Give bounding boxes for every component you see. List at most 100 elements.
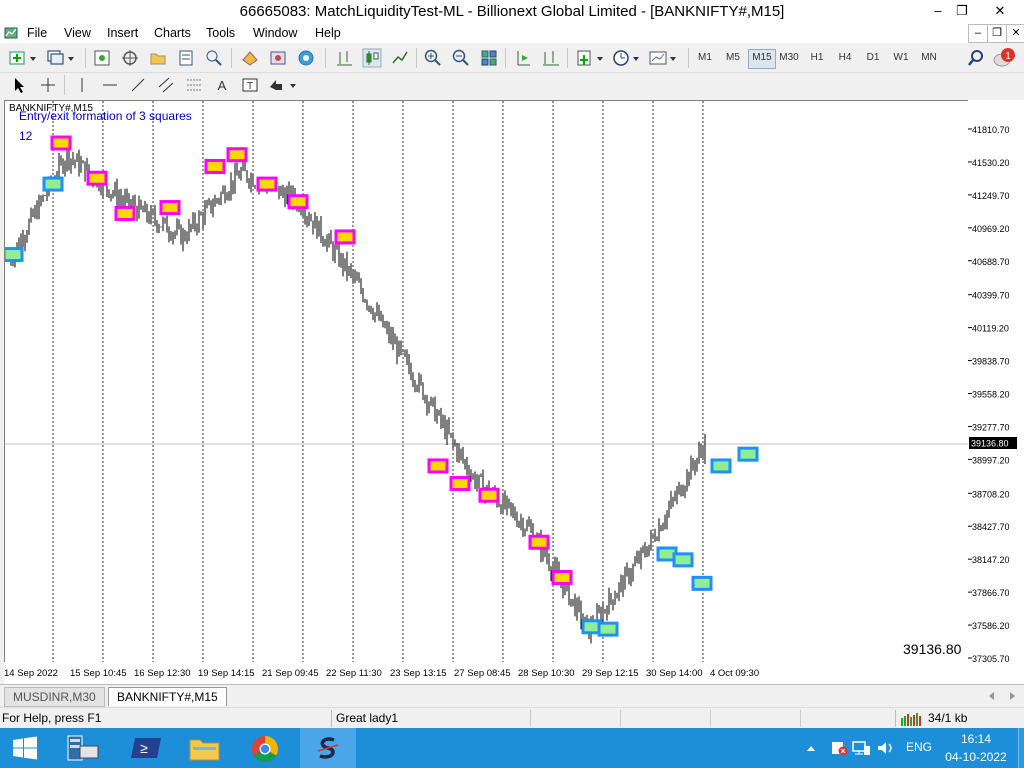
menu-charts[interactable]: Charts — [154, 23, 191, 43]
text-label-icon[interactable]: T — [240, 75, 260, 95]
sell-square-marker[interactable] — [114, 205, 136, 221]
indicators-icon[interactable] — [575, 48, 607, 68]
time-tick-label: 19 Sep 14:15 — [198, 668, 255, 679]
equidistant-channel-icon[interactable] — [156, 75, 176, 95]
clock-date[interactable]: 04-10-2022 — [940, 750, 1012, 764]
timeframe-mn[interactable]: MN — [916, 49, 942, 67]
menu-insert[interactable]: Insert — [107, 23, 138, 43]
chart-shift-icon[interactable] — [541, 48, 561, 68]
buy-square-marker[interactable] — [737, 446, 759, 462]
chrome-button[interactable] — [238, 728, 294, 768]
mdi-restore-button[interactable]: ❐ — [987, 24, 1007, 43]
sell-square-marker[interactable] — [478, 487, 500, 503]
timeframe-m1[interactable]: M1 — [692, 49, 718, 67]
metatrader-button[interactable] — [300, 728, 356, 768]
sell-square-marker[interactable] — [159, 200, 181, 216]
mdi-close-button[interactable]: ✕ — [1006, 24, 1024, 43]
sell-square-marker[interactable] — [256, 176, 278, 192]
mdi-minimize-button[interactable]: – — [968, 24, 988, 43]
buy-square-marker[interactable] — [597, 621, 619, 637]
sell-square-marker[interactable] — [287, 194, 309, 210]
strategy-tester-icon[interactable] — [204, 48, 224, 68]
file-explorer-button[interactable] — [178, 728, 234, 768]
sell-square-marker[interactable] — [50, 135, 72, 151]
cursor-icon[interactable] — [10, 75, 30, 95]
sell-square-marker[interactable] — [204, 158, 226, 174]
sell-square-marker[interactable] — [551, 569, 573, 585]
sell-square-marker[interactable] — [334, 229, 356, 245]
buy-square-marker[interactable] — [672, 552, 694, 568]
network-icon[interactable] — [852, 740, 872, 756]
price-axis[interactable]: 41810.70 41530.20 41249.70 40969.20 40688.70… — [968, 100, 1024, 662]
zoom-in-icon[interactable] — [423, 48, 443, 68]
terminal-icon[interactable] — [176, 48, 196, 68]
maximize-button[interactable]: ❐ — [946, 0, 978, 22]
show-hidden-icons-icon[interactable] — [806, 744, 816, 752]
tile-windows-icon[interactable] — [479, 48, 499, 68]
timeframe-h1[interactable]: H1 — [804, 49, 830, 67]
sell-square-marker[interactable] — [449, 476, 471, 492]
chart-area[interactable]: BANKNIFTY#,M15 Entry/exit formation of 3… — [4, 100, 970, 664]
data-window-icon[interactable] — [148, 48, 168, 68]
new-order-icon[interactable] — [268, 48, 288, 68]
buy-square-marker[interactable] — [691, 575, 713, 591]
crosshair-icon[interactable] — [38, 75, 58, 95]
text-tool-icon[interactable]: A — [212, 75, 232, 95]
timeframe-w1[interactable]: W1 — [888, 49, 914, 67]
fibonacci-icon[interactable] — [184, 75, 204, 95]
profiles-icon[interactable] — [46, 48, 76, 68]
volume-icon[interactable] — [876, 740, 896, 756]
arrows-icon[interactable] — [266, 75, 300, 95]
sell-square-marker[interactable] — [427, 458, 449, 474]
tab-scroll-arrows[interactable] — [986, 690, 1020, 702]
buy-square-marker[interactable] — [710, 458, 732, 474]
powershell-button[interactable]: ≥ — [118, 728, 174, 768]
server-manager-button[interactable] — [56, 728, 112, 768]
buy-square-marker[interactable] — [5, 247, 24, 263]
candlestick-icon[interactable] — [362, 48, 382, 68]
close-button[interactable]: ✕ — [984, 0, 1016, 22]
signals-icon[interactable] — [296, 48, 316, 68]
timeframe-m5[interactable]: M5 — [720, 49, 746, 67]
timeframe-d1[interactable]: D1 — [860, 49, 886, 67]
show-desktop-button[interactable] — [1018, 728, 1024, 768]
navigator-icon[interactable] — [120, 48, 140, 68]
new-chart-icon[interactable] — [8, 48, 38, 68]
timeframe-h4[interactable]: H4 — [832, 49, 858, 67]
bar-chart-icon[interactable] — [334, 48, 354, 68]
tab-musdinr-m30[interactable]: MUSDINR,M30 — [4, 687, 105, 707]
menu-view[interactable]: View — [64, 23, 91, 43]
timeframe-m15[interactable]: M15 — [748, 49, 776, 69]
periods-clock-icon[interactable] — [611, 48, 643, 68]
buy-square-marker[interactable] — [42, 176, 64, 192]
start-button[interactable] — [0, 728, 56, 768]
menu-file[interactable]: File — [27, 23, 47, 43]
menu-help[interactable]: Help — [315, 23, 341, 43]
trendline-icon[interactable] — [128, 75, 148, 95]
zoom-out-icon[interactable] — [451, 48, 471, 68]
templates-icon[interactable] — [648, 48, 680, 68]
sell-square-marker[interactable] — [226, 147, 248, 163]
line-chart-icon[interactable] — [390, 48, 410, 68]
time-tick-label: 23 Sep 13:15 — [390, 668, 447, 679]
vertical-line-icon[interactable] — [72, 75, 92, 95]
timeframe-m30[interactable]: M30 — [776, 49, 802, 67]
search-icon[interactable] — [966, 48, 986, 68]
metatrader-icon — [317, 737, 339, 759]
action-center-flag-icon[interactable] — [830, 740, 848, 756]
horizontal-line-icon[interactable] — [100, 75, 120, 95]
sell-square-marker[interactable] — [86, 170, 108, 186]
autoscroll-icon[interactable] — [513, 48, 533, 68]
menu-tools[interactable]: Tools — [206, 23, 235, 43]
autotrading-icon[interactable] — [240, 48, 260, 68]
time-axis[interactable]: 14 Sep 2022 15 Sep 10:45 16 Sep 12:30 19 Se… — [4, 662, 1024, 684]
connection-status-icon[interactable] — [900, 712, 924, 726]
tab-banknifty-m15[interactable]: BANKNIFTY#,M15 — [108, 687, 227, 706]
market-watch-icon[interactable] — [92, 48, 112, 68]
menu-window[interactable]: Window — [253, 23, 297, 43]
language-indicator[interactable]: ENG — [906, 740, 932, 754]
price-chart[interactable] — [5, 101, 969, 663]
sell-square-marker[interactable] — [528, 534, 550, 550]
notifications-icon[interactable]: 1 — [992, 47, 1018, 69]
clock-time[interactable]: 16:14 — [946, 732, 1006, 746]
